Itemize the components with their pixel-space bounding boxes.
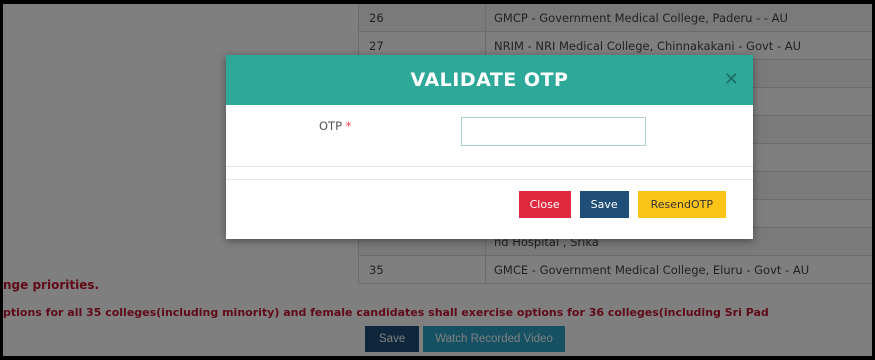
modal-actions: Close Save ResendOTP — [518, 191, 726, 218]
otp-label-text: OTP — [319, 119, 343, 133]
close-button[interactable]: Close — [518, 191, 571, 218]
modal-header: VALIDATE OTP ✕ — [226, 55, 753, 105]
otp-input[interactable] — [461, 117, 646, 146]
modal-body: OTP * — [226, 105, 753, 167]
close-icon[interactable]: ✕ — [724, 71, 739, 89]
modal-save-button[interactable]: Save — [579, 191, 629, 218]
required-mark: * — [345, 119, 352, 133]
resend-otp-button[interactable]: ResendOTP — [637, 191, 726, 218]
validate-otp-modal: VALIDATE OTP ✕ OTP * Close Save ResendOT… — [226, 55, 753, 239]
otp-label: OTP * — [319, 119, 351, 133]
modal-footer: Close Save ResendOTP — [226, 167, 753, 239]
modal-title: VALIDATE OTP — [410, 69, 569, 91]
footer-divider — [226, 179, 753, 180]
page-background: 26GMCP - Government Medical College, Pad… — [3, 4, 872, 356]
